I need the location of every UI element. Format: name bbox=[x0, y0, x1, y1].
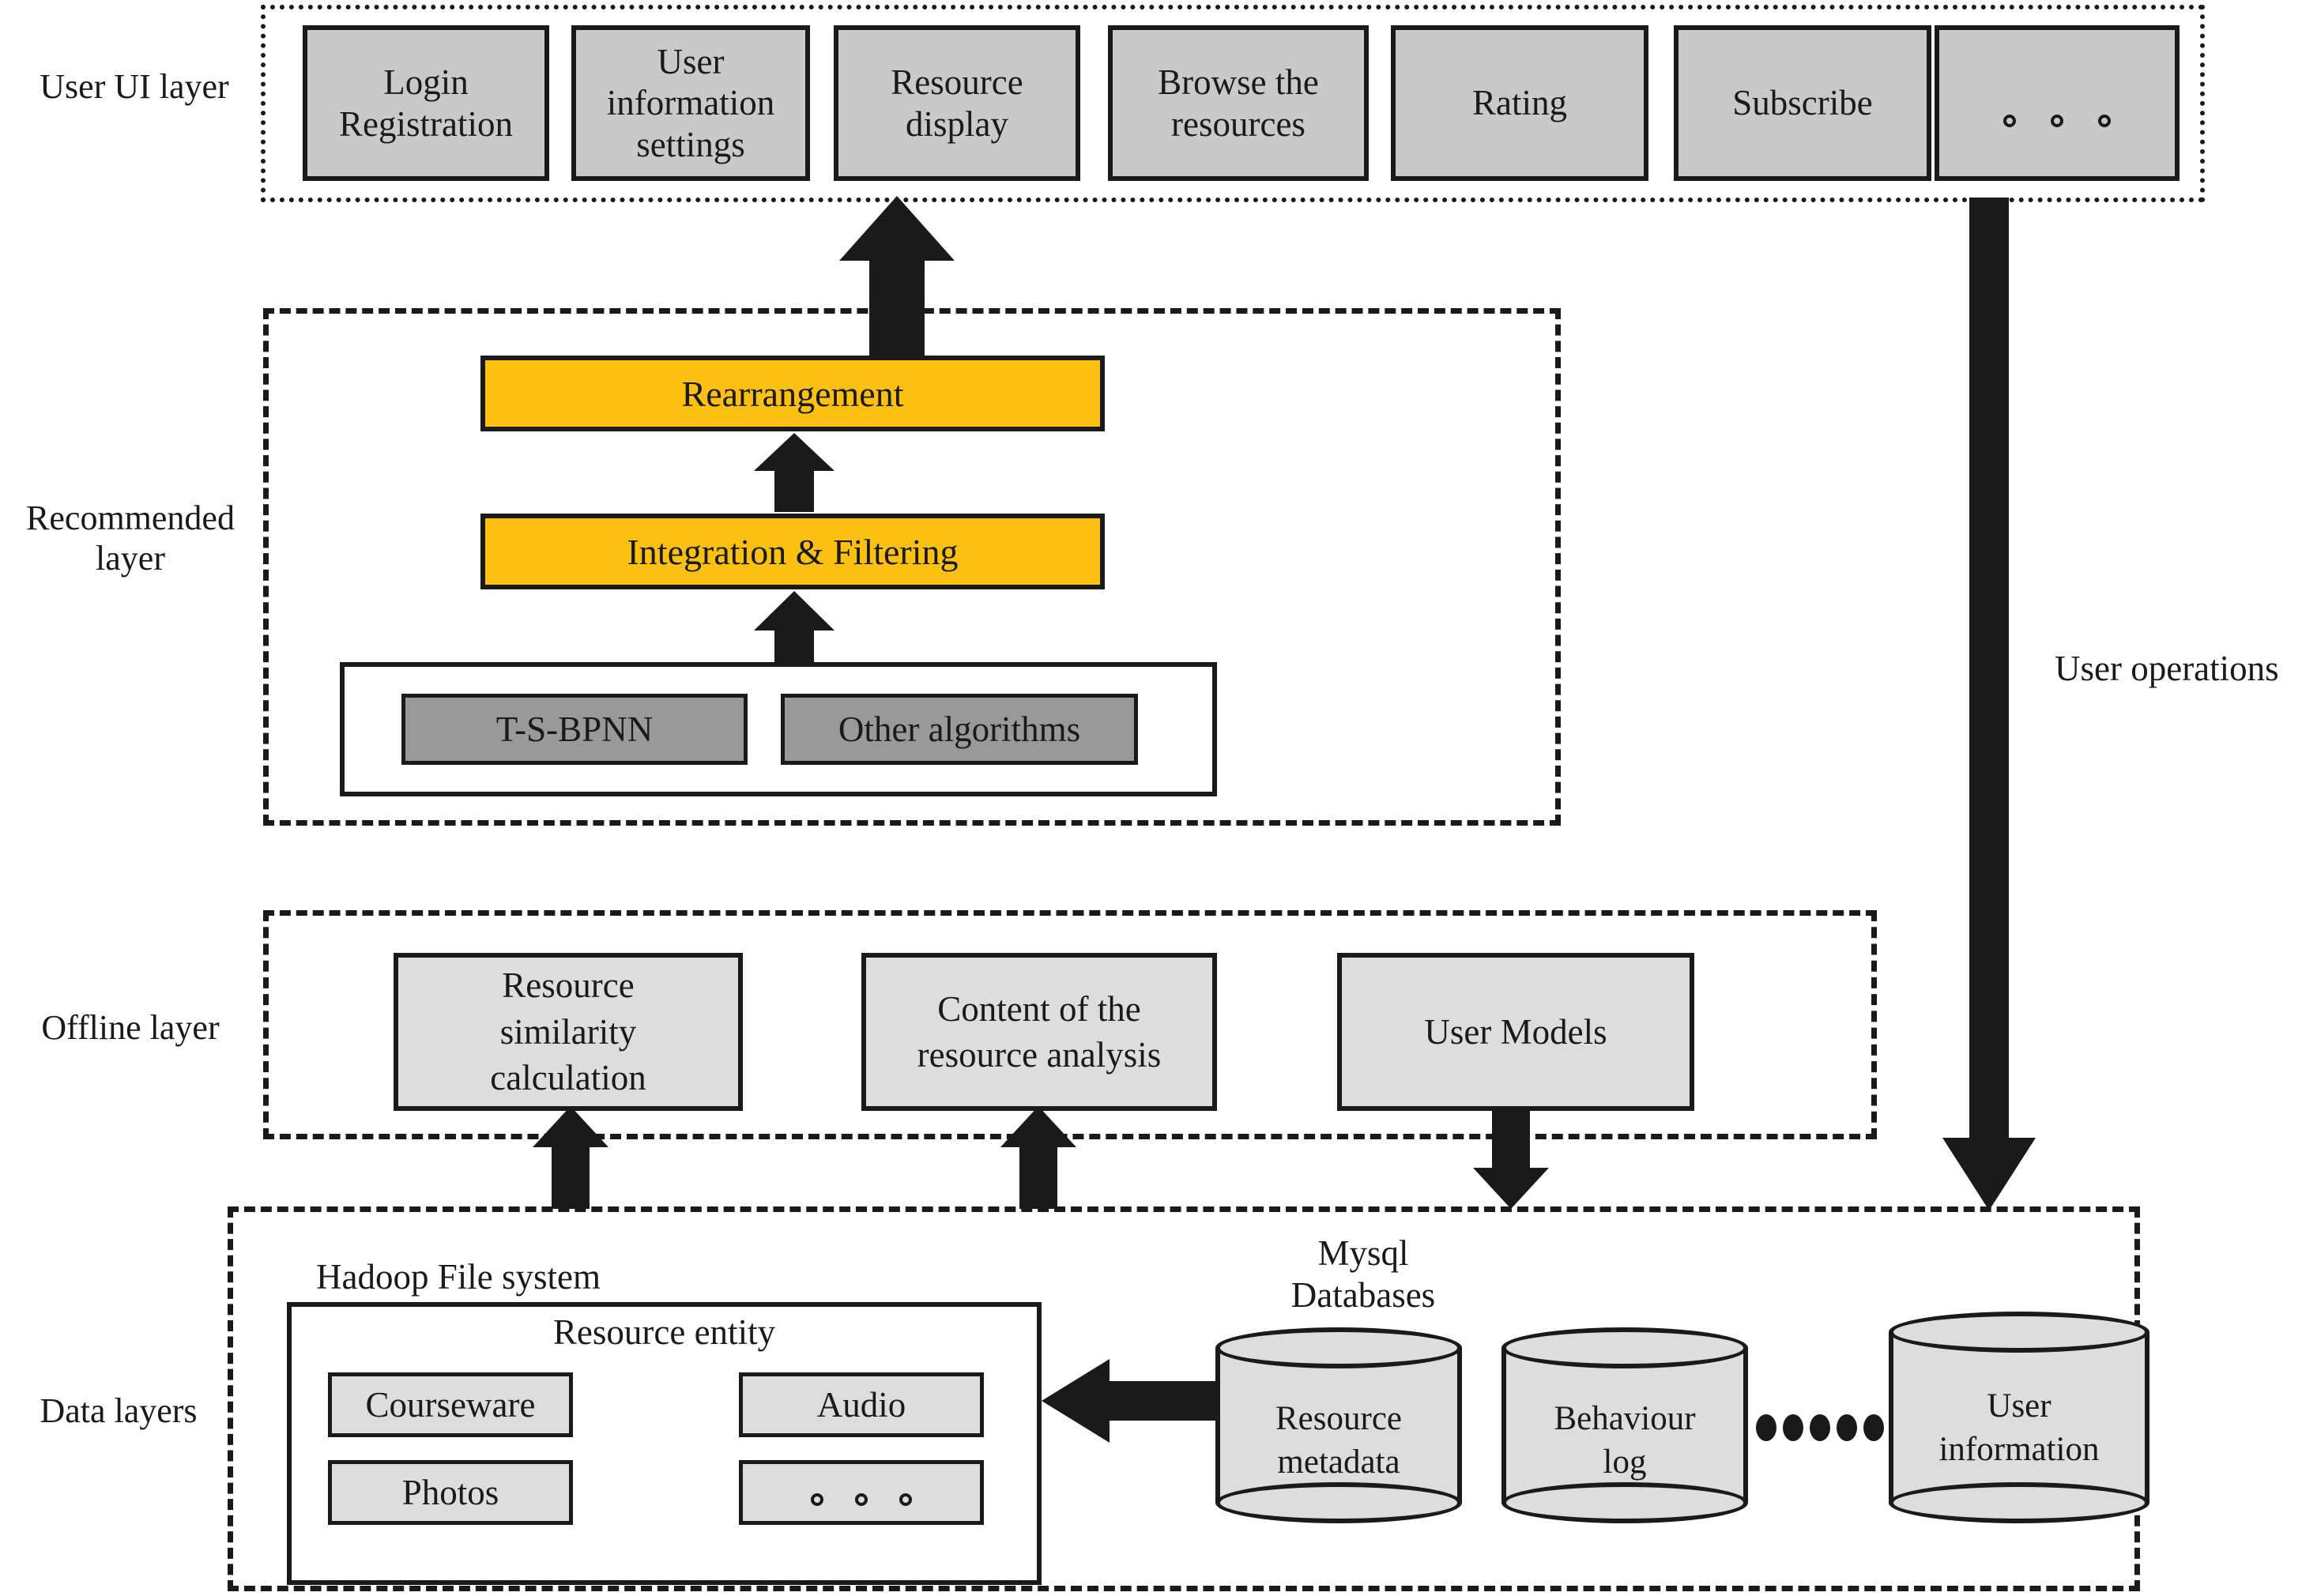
db-resource-metadata-line1: Resource bbox=[1275, 1400, 1402, 1437]
ui-box-rating[interactable]: Rating bbox=[1391, 25, 1648, 181]
arrow-data-to-content-analysis bbox=[997, 1106, 1079, 1209]
box-content-analysis-line1: Content of the bbox=[937, 988, 1141, 1029]
box-resource-similarity-line2: similarity bbox=[499, 1011, 637, 1052]
db-resource-metadata-top bbox=[1215, 1327, 1462, 1368]
box-user-models[interactable]: User Models bbox=[1337, 953, 1694, 1111]
ui-box-resource-display[interactable]: Resource display bbox=[834, 25, 1080, 181]
db-user-information-bottom bbox=[1889, 1482, 2149, 1523]
layer-caption-ui: User UI layer bbox=[8, 66, 261, 107]
db-behaviour-log-bottom bbox=[1501, 1482, 1748, 1523]
layer-caption-ui-text: User UI layer bbox=[40, 67, 229, 106]
ui-box-login-registration[interactable]: Login Registration bbox=[303, 25, 549, 181]
box-content-analysis-line2: resource analysis bbox=[917, 1035, 1162, 1075]
box-other-algorithms-label: Other algorithms bbox=[838, 710, 1081, 749]
ui-box-user-information-settings[interactable]: User information settings bbox=[571, 25, 810, 181]
ui-box-subscribe-label: Subscribe bbox=[1732, 83, 1873, 123]
ui-box-user-information-settings-line3: settings bbox=[636, 124, 745, 164]
db-behaviour-log-label: Behaviour log bbox=[1501, 1397, 1748, 1484]
box-integration-filtering-label: Integration & Filtering bbox=[627, 531, 959, 572]
ui-box-browse-the-resources[interactable]: Browse the resources bbox=[1108, 25, 1369, 181]
ellipsis-dot-icon bbox=[1863, 1414, 1884, 1441]
ui-box-more[interactable] bbox=[1935, 25, 2180, 181]
db-behaviour-log-line1: Behaviour bbox=[1554, 1400, 1696, 1437]
ui-box-browse-the-resources-line2: resources bbox=[1171, 104, 1305, 144]
label-mysql-databases: Mysql Databases bbox=[1233, 1233, 1494, 1316]
arrow-integration-to-rearrangement bbox=[751, 433, 838, 512]
ellipsis-icon-resource bbox=[811, 1492, 912, 1506]
label-hadoop-file-system-text: Hadoop File system bbox=[316, 1257, 601, 1297]
box-resource-similarity-calculation[interactable]: Resource similarity calculation bbox=[394, 953, 743, 1111]
layer-caption-offline-text: Offline layer bbox=[41, 1008, 220, 1047]
architecture-diagram: User UI layer Recommended layer Offline … bbox=[0, 0, 2302, 1596]
ellipsis-dot-icon bbox=[2003, 114, 2016, 127]
ellipsis-dot-icon bbox=[899, 1492, 912, 1506]
label-mysql-line2: Databases bbox=[1290, 1275, 1436, 1316]
label-resource-entity: Resource entity bbox=[287, 1312, 1042, 1353]
db-behaviour-log[interactable]: Behaviour log bbox=[1501, 1327, 1748, 1523]
ellipsis-dot-icon bbox=[811, 1492, 823, 1506]
db-resource-metadata-line2: metadata bbox=[1277, 1444, 1400, 1481]
layer-caption-recommended-line2: layer bbox=[96, 539, 165, 578]
ellipsis-dot-icon bbox=[2051, 114, 2063, 127]
layer-caption-data-text: Data layers bbox=[40, 1391, 198, 1430]
box-audio-label: Audio bbox=[816, 1385, 906, 1425]
box-rearrangement-label: Rearrangement bbox=[681, 373, 904, 414]
label-user-operations-text: User operations bbox=[2055, 649, 2279, 688]
ui-box-resource-display-line1: Resource bbox=[891, 62, 1023, 102]
ui-box-browse-the-resources-line1: Browse the bbox=[1158, 62, 1319, 102]
layer-caption-recommended-line1: Recommended bbox=[26, 499, 235, 537]
arrow-data-to-resource-similarity bbox=[529, 1106, 612, 1209]
ui-box-user-information-settings-line1: User bbox=[657, 41, 725, 81]
db-user-information-line1: User bbox=[1987, 1387, 2051, 1425]
arrow-metadata-to-hadoop bbox=[1042, 1357, 1215, 1444]
label-hadoop-file-system: Hadoop File system bbox=[316, 1256, 759, 1298]
box-resource-more[interactable] bbox=[739, 1460, 984, 1525]
box-other-algorithms[interactable]: Other algorithms bbox=[781, 694, 1138, 765]
layer-caption-data: Data layers bbox=[0, 1391, 237, 1431]
ellipsis-icon-ui bbox=[2003, 114, 2111, 127]
ui-box-subscribe[interactable]: Subscribe bbox=[1674, 25, 1931, 181]
ellipsis-dot-icon bbox=[855, 1492, 868, 1506]
ui-box-login-registration-line2: Registration bbox=[339, 104, 513, 144]
ellipsis-dot-icon bbox=[2098, 114, 2111, 127]
box-resource-similarity-line1: Resource bbox=[502, 966, 635, 1006]
box-ts-bpnn-label: T-S-BPNN bbox=[495, 710, 654, 749]
db-resource-metadata[interactable]: Resource metadata bbox=[1215, 1327, 1462, 1523]
box-photos-label: Photos bbox=[401, 1473, 499, 1512]
ellipsis-dot-icon bbox=[1756, 1414, 1776, 1441]
db-resource-metadata-bottom bbox=[1215, 1482, 1462, 1523]
layer-caption-offline: Offline layer bbox=[0, 1007, 261, 1048]
db-user-information-top bbox=[1889, 1312, 2149, 1353]
db-behaviour-log-top bbox=[1501, 1327, 1748, 1368]
box-courseware-label: Courseware bbox=[365, 1385, 536, 1425]
arrow-user-operations bbox=[1938, 198, 2040, 1210]
arrow-user-models-to-data bbox=[1470, 1106, 1552, 1209]
box-user-models-label: User Models bbox=[1424, 1011, 1607, 1052]
ui-box-user-information-settings-line2: information bbox=[606, 83, 775, 123]
box-resource-similarity-line3: calculation bbox=[490, 1058, 646, 1098]
db-user-information[interactable]: User information bbox=[1889, 1312, 2149, 1523]
ellipsis-dot-icon bbox=[1783, 1414, 1803, 1441]
ellipsis-icon-databases bbox=[1756, 1414, 1884, 1441]
box-content-of-the-resource-analysis[interactable]: Content of the resource analysis bbox=[861, 953, 1217, 1111]
label-resource-entity-text: Resource entity bbox=[552, 1312, 776, 1352]
ui-box-login-registration-line1: Login bbox=[383, 62, 469, 102]
db-user-information-label: User information bbox=[1889, 1384, 2149, 1471]
box-rearrangement[interactable]: Rearrangement bbox=[480, 356, 1105, 431]
label-mysql-line1: Mysql bbox=[1317, 1233, 1409, 1273]
box-audio[interactable]: Audio bbox=[739, 1372, 984, 1437]
db-user-information-line2: information bbox=[1938, 1431, 2100, 1469]
ellipsis-dot-icon bbox=[1837, 1414, 1857, 1441]
ui-box-rating-label: Rating bbox=[1472, 83, 1567, 123]
box-integration-filtering[interactable]: Integration & Filtering bbox=[480, 514, 1105, 589]
ui-box-resource-display-line2: display bbox=[906, 104, 1008, 144]
layer-caption-recommended: Recommended layer bbox=[0, 498, 261, 578]
db-resource-metadata-label: Resource metadata bbox=[1215, 1397, 1462, 1484]
ellipsis-dot-icon bbox=[1810, 1414, 1830, 1441]
box-photos[interactable]: Photos bbox=[328, 1460, 573, 1525]
box-courseware[interactable]: Courseware bbox=[328, 1372, 573, 1437]
box-ts-bpnn[interactable]: T-S-BPNN bbox=[401, 694, 748, 765]
db-behaviour-log-line2: log bbox=[1603, 1444, 1647, 1481]
label-user-operations: User operations bbox=[2055, 648, 2302, 690]
